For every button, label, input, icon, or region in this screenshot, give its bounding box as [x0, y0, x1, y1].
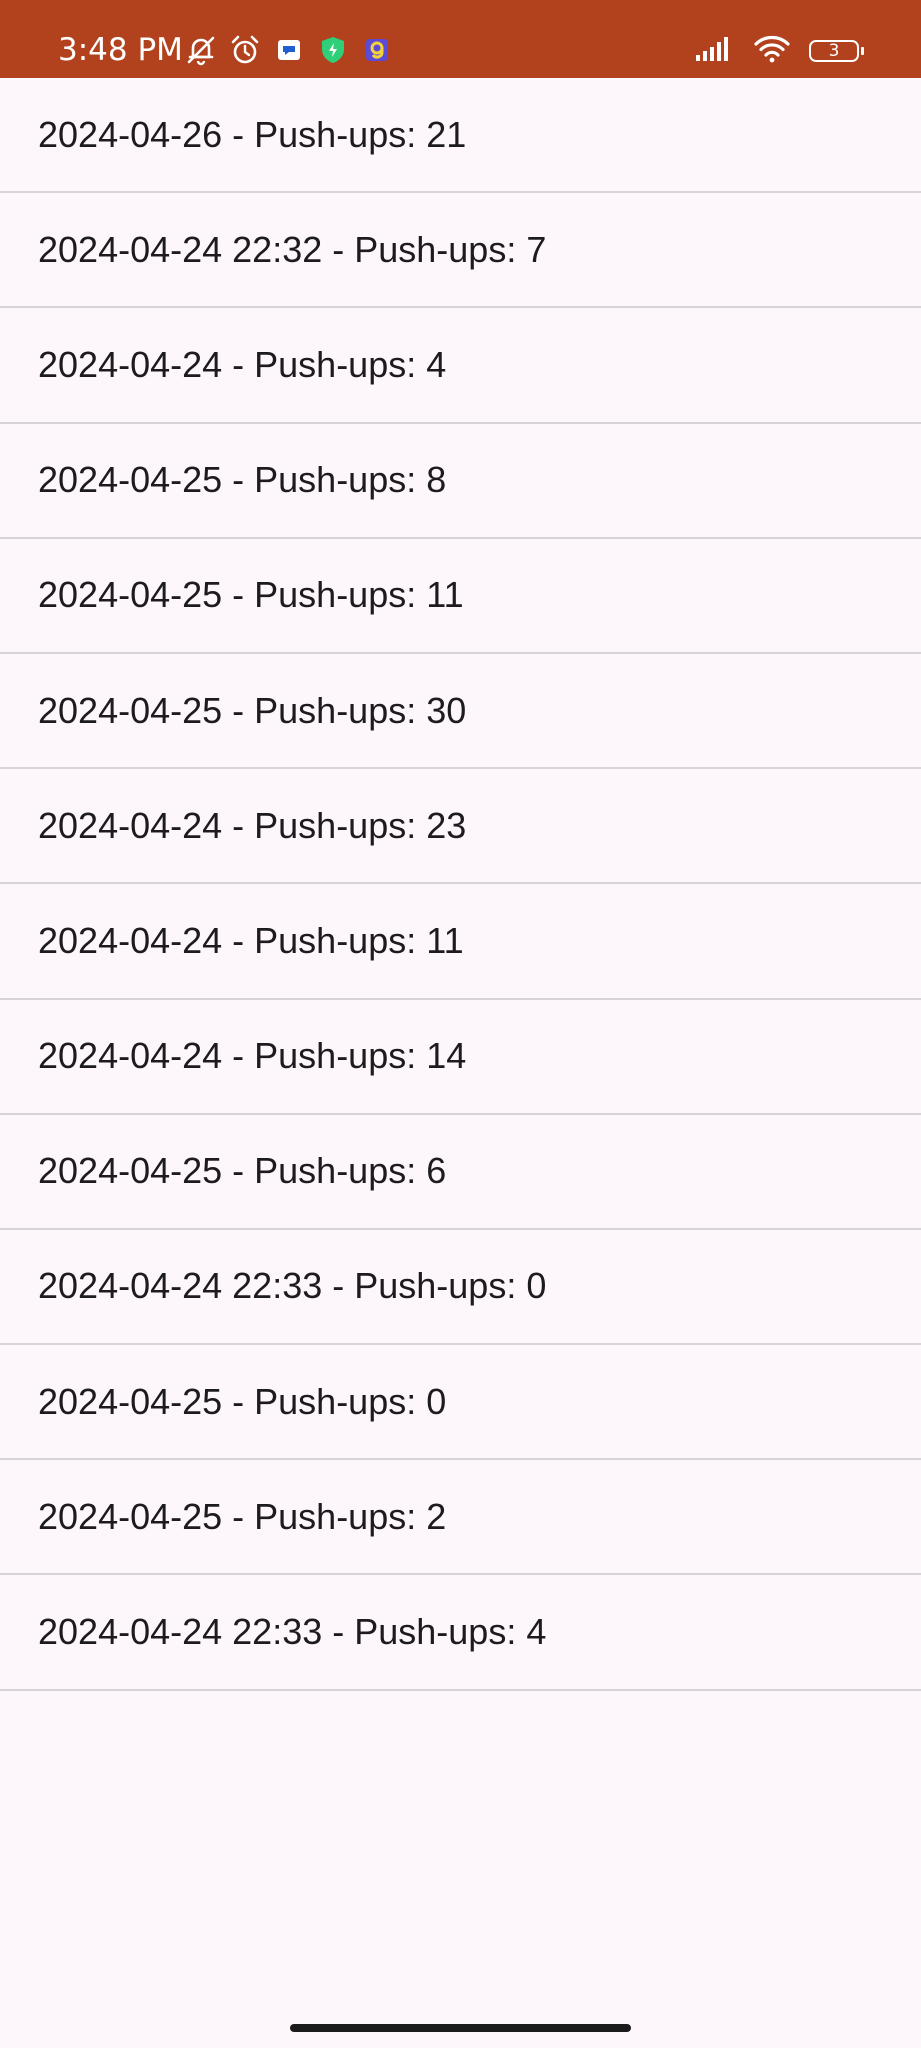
entry-label: 2024-04-24 - Push-ups: 23 [38, 804, 467, 846]
muted-bell-icon [184, 33, 218, 67]
list-item[interactable]: 2024-04-24 - Push-ups: 23 [0, 769, 921, 885]
entry-label: 2024-04-24 22:33 - Push-ups: 4 [38, 1611, 547, 1653]
alarm-icon [228, 33, 262, 67]
signal-icon [695, 36, 735, 67]
entry-label: 2024-04-26 - Push-ups: 21 [38, 113, 467, 155]
entry-label: 2024-04-25 - Push-ups: 30 [38, 689, 467, 731]
list-item[interactable]: 2024-04-25 - Push-ups: 30 [0, 654, 921, 770]
status-bar: 3:48 PM 3 [0, 0, 921, 78]
battery-level: 3 [828, 41, 840, 61]
entry-label: 2024-04-25 - Push-ups: 6 [38, 1150, 447, 1192]
list-item[interactable]: 2024-04-24 - Push-ups: 4 [0, 308, 921, 424]
list-item[interactable]: 2024-04-24 - Push-ups: 11 [0, 884, 921, 1000]
entry-label: 2024-04-25 - Push-ups: 2 [38, 1495, 447, 1537]
pushup-log-list: 2024-04-26 - Push-ups: 21 2024-04-24 22:… [0, 78, 921, 1691]
chat-app-icon [272, 33, 306, 67]
list-item[interactable]: 2024-04-24 - Push-ups: 14 [0, 1000, 921, 1115]
entry-label: 2024-04-24 - Push-ups: 14 [38, 1035, 467, 1077]
entry-label: 2024-04-25 - Push-ups: 8 [38, 459, 447, 501]
list-item[interactable]: 2024-04-25 - Push-ups: 6 [0, 1115, 921, 1230]
entry-label: 2024-04-25 - Push-ups: 11 [38, 574, 464, 616]
status-notification-icons [184, 32, 394, 68]
battery-icon: 3 [809, 40, 864, 62]
list-item[interactable]: 2024-04-24 22:33 - Push-ups: 0 [0, 1230, 921, 1346]
list-item[interactable]: 2024-04-24 22:33 - Push-ups: 4 [0, 1575, 921, 1691]
list-item[interactable]: 2024-04-24 22:32 - Push-ups: 7 [0, 193, 921, 309]
list-item[interactable]: 2024-04-25 - Push-ups: 0 [0, 1345, 921, 1461]
list-item[interactable]: 2024-04-25 - Push-ups: 8 [0, 424, 921, 539]
entry-label: 2024-04-24 22:33 - Push-ups: 0 [38, 1265, 547, 1307]
list-item[interactable]: 2024-04-26 - Push-ups: 21 [0, 78, 921, 194]
status-system-icons: 3 [695, 34, 864, 68]
list-item[interactable]: 2024-04-25 - Push-ups: 11 [0, 539, 921, 654]
entry-label: 2024-04-25 - Push-ups: 0 [38, 1380, 447, 1422]
status-time: 3:48 PM [58, 32, 183, 68]
gesture-navigation-bar[interactable] [290, 2024, 631, 2032]
shield-icon [316, 33, 350, 67]
entry-label: 2024-04-24 22:32 - Push-ups: 7 [38, 228, 547, 270]
app-g-icon [360, 33, 394, 67]
entry-label: 2024-04-24 - Push-ups: 4 [38, 343, 447, 385]
wifi-icon [753, 35, 791, 68]
entry-label: 2024-04-24 - Push-ups: 11 [38, 919, 464, 961]
list-item[interactable]: 2024-04-25 - Push-ups: 2 [0, 1460, 921, 1576]
